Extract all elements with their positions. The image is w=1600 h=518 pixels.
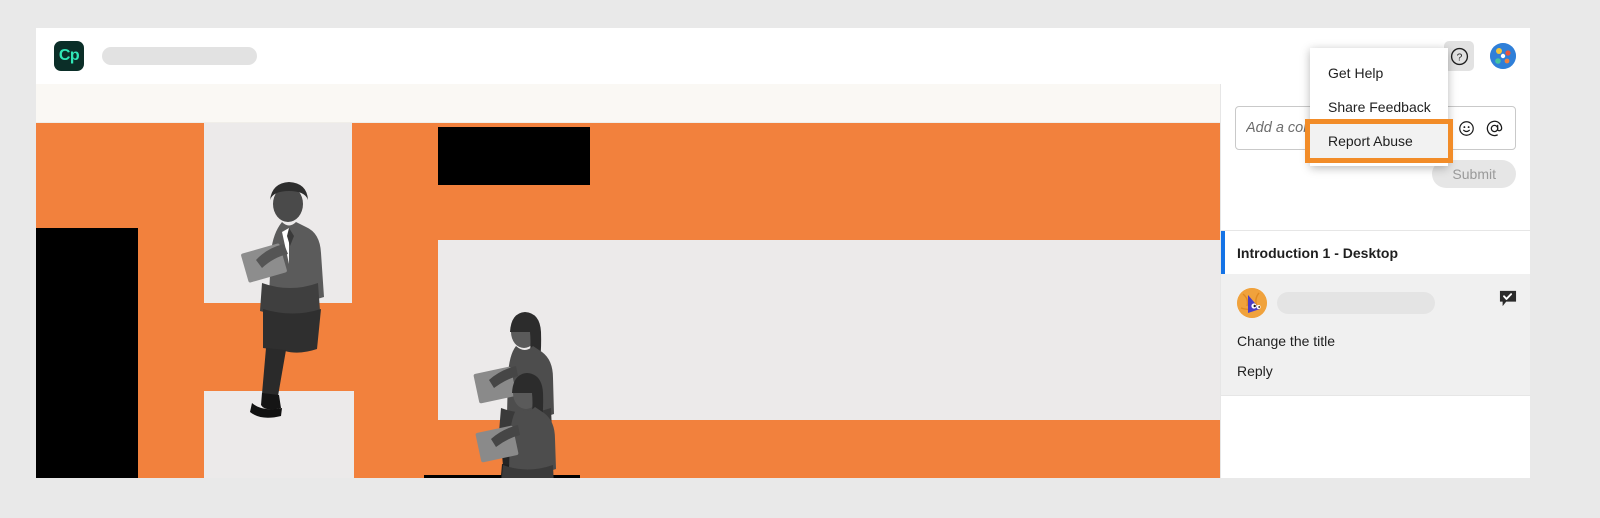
comment-body-text: Change the title: [1237, 333, 1336, 349]
help-button[interactable]: ?: [1444, 41, 1474, 71]
app-window: Cp ? Add a comment Submit Introduction 1…: [36, 28, 1530, 478]
black-block-left: [36, 228, 138, 478]
project-title-redacted[interactable]: [102, 47, 257, 65]
comment-thread-body: Change the title Reply: [1221, 274, 1530, 395]
question-circle-icon: ?: [1450, 47, 1468, 65]
resolve-comment-icon[interactable]: [1499, 290, 1517, 307]
menu-item-get-help[interactable]: Get Help: [1310, 56, 1448, 90]
comment-author-row: [1237, 288, 1515, 318]
captivate-logo-text: Cp: [58, 47, 80, 64]
emoji-smiley-icon[interactable]: [1455, 117, 1477, 139]
slide-canvas[interactable]: [36, 123, 1220, 478]
menu-item-share-feedback[interactable]: Share Feedback: [1310, 90, 1448, 124]
help-dropdown-menu: Get Help Share Feedback Report Abuse: [1305, 48, 1453, 166]
user-avatar-button[interactable]: [1490, 43, 1516, 69]
app-topbar: Cp ?: [36, 28, 1530, 84]
comment-reply-link[interactable]: Reply: [1237, 363, 1515, 379]
figure-woman-with-laptop-lower: [475, 373, 556, 478]
comment-thread-title: Introduction 1 - Desktop: [1221, 231, 1530, 274]
black-block-top: [438, 127, 590, 185]
captivate-logo-icon[interactable]: Cp: [54, 41, 84, 71]
menu-item-report-abuse[interactable]: Report Abuse: [1305, 119, 1453, 163]
at-mention-icon[interactable]: [1483, 117, 1505, 139]
comment-thread-card[interactable]: Introduction 1 - Desktop Change the titl…: [1221, 230, 1530, 396]
comment-author-name-redacted: [1277, 292, 1435, 314]
figure-man-with-laptop: [241, 182, 324, 418]
comment-author-avatar[interactable]: [1237, 288, 1267, 318]
svg-text:?: ?: [1456, 52, 1462, 63]
slide-content: [36, 123, 1220, 478]
user-avatar-icon: [1490, 43, 1516, 69]
user-avatar-icon: [1237, 288, 1267, 318]
